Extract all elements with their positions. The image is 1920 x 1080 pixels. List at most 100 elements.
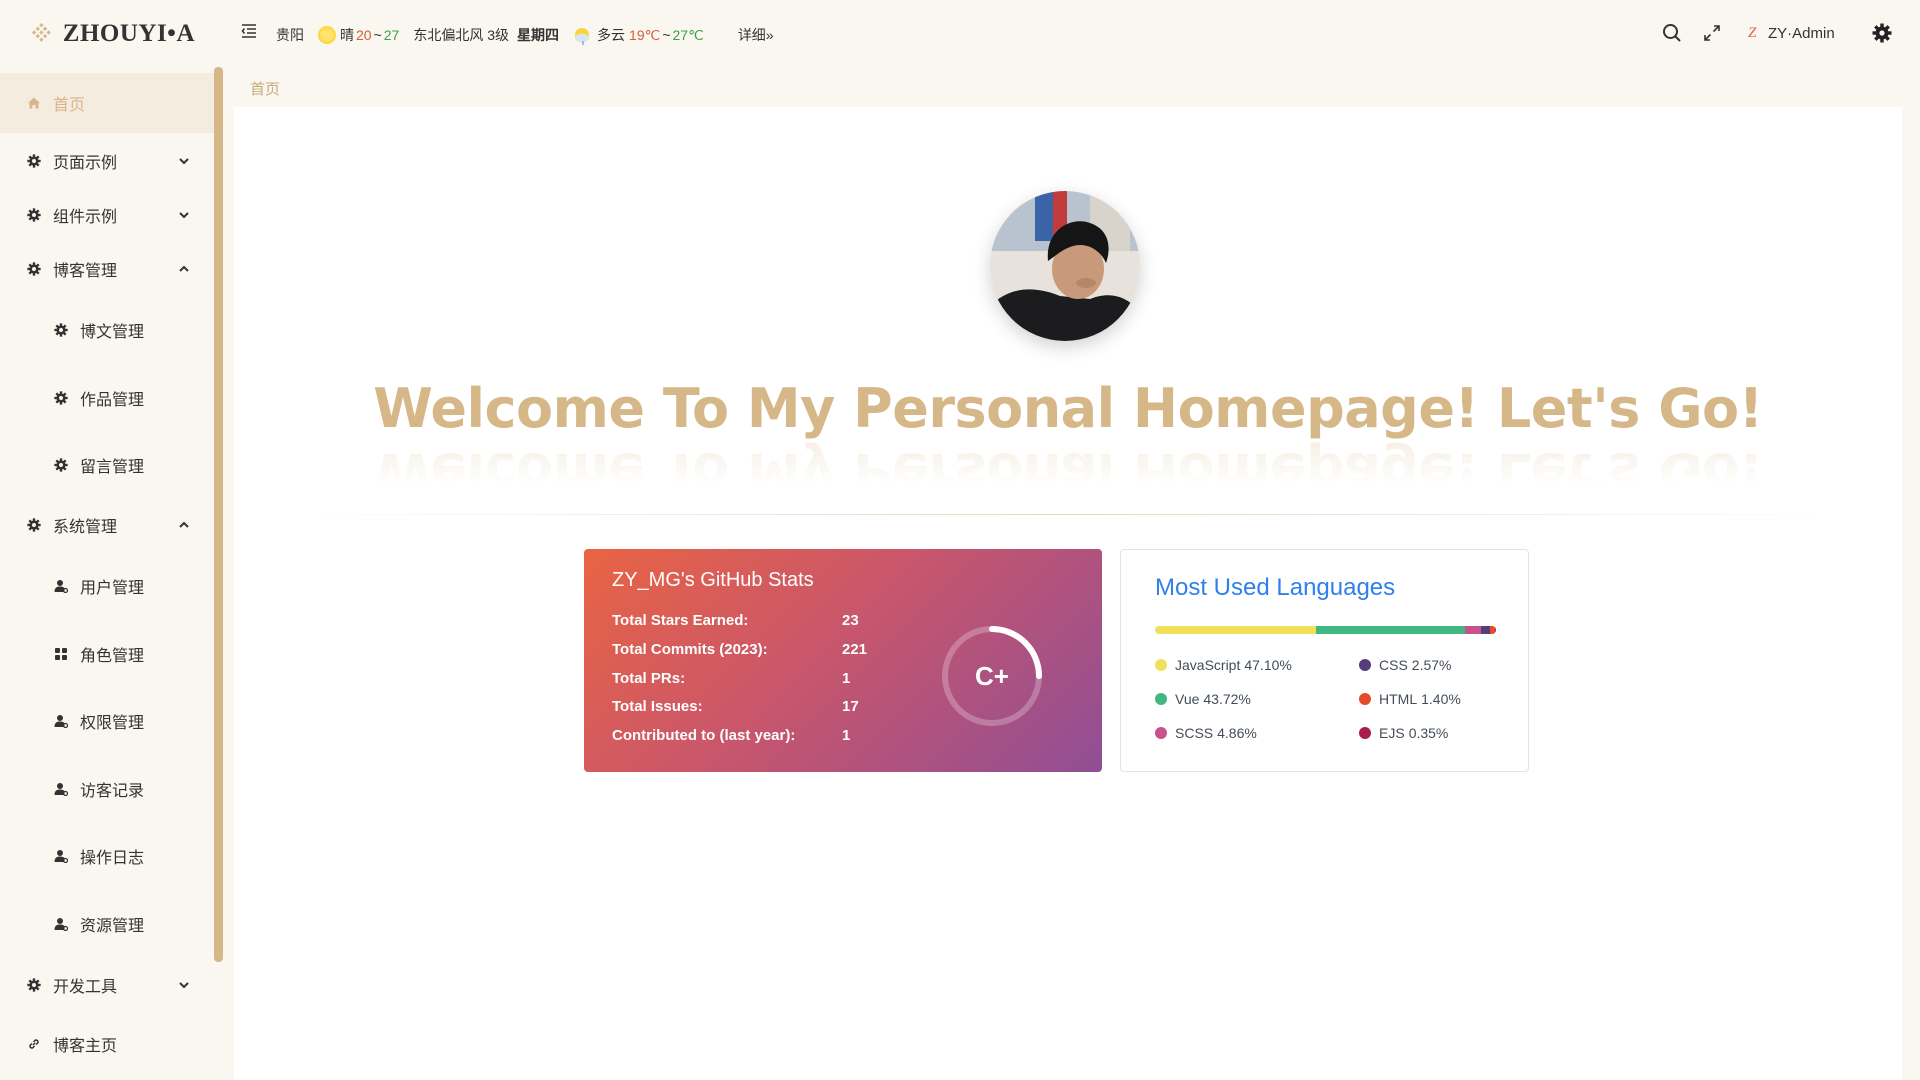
stat-label: Contributed to (last year): bbox=[612, 727, 796, 744]
language-dot bbox=[1359, 727, 1371, 739]
weather-tomorrow-low: 19℃ bbox=[629, 26, 661, 43]
language-pct: 4.86% bbox=[1217, 725, 1257, 741]
languages-title: Most Used Languages bbox=[1155, 574, 1396, 601]
user-icon bbox=[54, 917, 68, 931]
sidebar: 首页 页面示例 组件示例 博客管理 博文管理 作品管理 留言管理 系统管理 用户… bbox=[0, 67, 214, 1080]
language-name: Vue bbox=[1175, 691, 1200, 707]
sidebar-item-system-management[interactable]: 系统管理 bbox=[0, 498, 214, 552]
sidebar-item-works[interactable]: 作品管理 bbox=[0, 364, 214, 431]
weather-wind: 东北偏北风 3级 bbox=[413, 27, 510, 43]
chevron-down-icon bbox=[179, 158, 189, 165]
main-content: Welcome To My Personal Homepage! Let's G… bbox=[234, 107, 1902, 1080]
sidebar-scrollbar[interactable] bbox=[214, 67, 223, 962]
language-bar-segment bbox=[1481, 626, 1490, 634]
search-button[interactable] bbox=[1661, 22, 1683, 44]
sidebar-item-messages[interactable]: 留言管理 bbox=[0, 431, 214, 498]
language-dot bbox=[1359, 659, 1371, 671]
sidebar-item-logs[interactable]: 操作日志 bbox=[0, 822, 214, 890]
logo[interactable]: ZHOUYI•A bbox=[30, 12, 195, 56]
language-name: EJS bbox=[1379, 725, 1405, 741]
logo-icon bbox=[31, 23, 51, 42]
weather-detail-link[interactable]: 详细» bbox=[738, 25, 774, 45]
sidebar-item-blog-management[interactable]: 博客管理 bbox=[0, 242, 214, 296]
user-icon bbox=[54, 714, 68, 728]
language-dot bbox=[1155, 659, 1167, 671]
languages-bar bbox=[1155, 626, 1496, 634]
sidebar-item-label: 博文管理 bbox=[80, 324, 145, 341]
logo-text: ZHOUYI•A bbox=[62, 20, 195, 47]
user-icon bbox=[54, 579, 68, 593]
user-icon bbox=[54, 849, 68, 863]
gear-icon bbox=[27, 978, 41, 992]
language-pct: 43.72% bbox=[1203, 691, 1251, 707]
user-initial-icon: Z bbox=[1748, 24, 1757, 41]
sidebar-item-label: 留言管理 bbox=[80, 458, 145, 476]
sidebar-item-label: 博客主页 bbox=[53, 1038, 118, 1055]
gear-icon bbox=[54, 390, 68, 405]
tab-bar: 首页 bbox=[234, 70, 297, 107]
home-icon bbox=[27, 96, 41, 110]
language-name: CSS bbox=[1379, 657, 1408, 673]
gear-icon bbox=[27, 208, 41, 222]
grid-icon bbox=[54, 647, 68, 661]
sidebar-item-label: 博客管理 bbox=[53, 263, 118, 280]
gear-icon bbox=[54, 457, 68, 472]
github-stats-card: ZY_MG's GitHub Stats Total Stars Earned:… bbox=[584, 549, 1102, 772]
language-item: EJS 0.35% bbox=[1359, 725, 1448, 741]
weather-today-low: 27 bbox=[383, 27, 400, 43]
language-item: CSS 2.57% bbox=[1359, 657, 1452, 673]
language-pct: 1.40% bbox=[1421, 691, 1461, 707]
sidebar-item-users[interactable]: 用户管理 bbox=[0, 552, 214, 620]
sidebar-item-visitors[interactable]: 访客记录 bbox=[0, 755, 214, 822]
languages-card: Most Used Languages JavaScript 47.10% Vu… bbox=[1120, 549, 1529, 772]
weather-tomorrow-cond: 多云 bbox=[597, 27, 626, 43]
stat-label: Total Issues: bbox=[612, 698, 703, 715]
user-menu[interactable]: Z ZY·Admin bbox=[1748, 22, 1835, 44]
sidebar-item-permissions[interactable]: 权限管理 bbox=[0, 687, 214, 755]
weather-today-high: 20 bbox=[356, 27, 372, 43]
sidebar-item-label: 作品管理 bbox=[80, 391, 145, 409]
top-header: ZHOUYI•A 贵阳 晴 20 ~ 27 东北偏北风 3级 星期四 多云 19… bbox=[0, 0, 1920, 67]
sidebar-item-component-examples[interactable]: 组件示例 bbox=[0, 188, 214, 242]
sidebar-item-blog-home[interactable]: 博客主页 bbox=[0, 1013, 214, 1075]
language-item: SCSS 4.86% bbox=[1155, 725, 1257, 741]
gear-icon bbox=[27, 262, 41, 276]
tab-home[interactable]: 首页 bbox=[234, 70, 297, 107]
weather-temp-sep: ~ bbox=[373, 27, 382, 43]
fullscreen-icon bbox=[1704, 25, 1720, 41]
stat-label: Total Commits (2023): bbox=[612, 641, 768, 658]
gear-icon bbox=[27, 154, 41, 168]
stat-value: 23 bbox=[842, 612, 859, 629]
sidebar-item-home[interactable]: 首页 bbox=[0, 73, 214, 133]
sidebar-item-label: 操作日志 bbox=[80, 850, 145, 867]
sidebar-item-page-examples[interactable]: 页面示例 bbox=[0, 134, 214, 188]
stat-label: Total Stars Earned: bbox=[612, 612, 749, 629]
sidebar-item-label: 资源管理 bbox=[80, 917, 145, 935]
sidebar-item-label: 角色管理 bbox=[80, 647, 145, 665]
app-root: ZHOUYI•A 贵阳 晴 20 ~ 27 东北偏北风 3级 星期四 多云 19… bbox=[0, 0, 1920, 1080]
sidebar-item-posts[interactable]: 博文管理 bbox=[0, 296, 214, 364]
link-icon bbox=[27, 1037, 41, 1051]
weather-tomorrow-sep: ~ bbox=[662, 27, 671, 43]
sidebar-item-dev-tools[interactable]: 开发工具 bbox=[0, 957, 214, 1013]
sidebar-item-label: 开发工具 bbox=[53, 979, 118, 996]
weather-widget: 贵阳 晴 20 ~ 27 东北偏北风 3级 星期四 多云 19℃ ~ 27℃ 详… bbox=[276, 25, 780, 45]
welcome-heading: Welcome To My Personal Homepage! Let's G… bbox=[373, 377, 1763, 440]
chevron-down-icon bbox=[179, 982, 189, 989]
rank-grade: C+ bbox=[975, 661, 1009, 691]
gear-icon bbox=[27, 518, 41, 532]
menu-fold-icon bbox=[241, 24, 256, 38]
settings-button[interactable] bbox=[1871, 22, 1893, 44]
sidebar-item-roles[interactable]: 角色管理 bbox=[0, 620, 214, 687]
divider bbox=[288, 514, 1848, 515]
language-dot bbox=[1359, 693, 1371, 705]
weather-tomorrow-high: 27℃ bbox=[672, 26, 704, 43]
language-bar-segment bbox=[1464, 626, 1482, 634]
chevron-up-icon bbox=[179, 265, 189, 272]
sidebar-collapse-button[interactable] bbox=[240, 22, 258, 40]
cloudy-icon bbox=[573, 26, 593, 45]
weather-weekday: 星期四 bbox=[517, 27, 560, 43]
sidebar-item-resources[interactable]: 资源管理 bbox=[0, 890, 214, 957]
search-icon bbox=[1663, 24, 1681, 42]
fullscreen-button[interactable] bbox=[1701, 22, 1723, 44]
